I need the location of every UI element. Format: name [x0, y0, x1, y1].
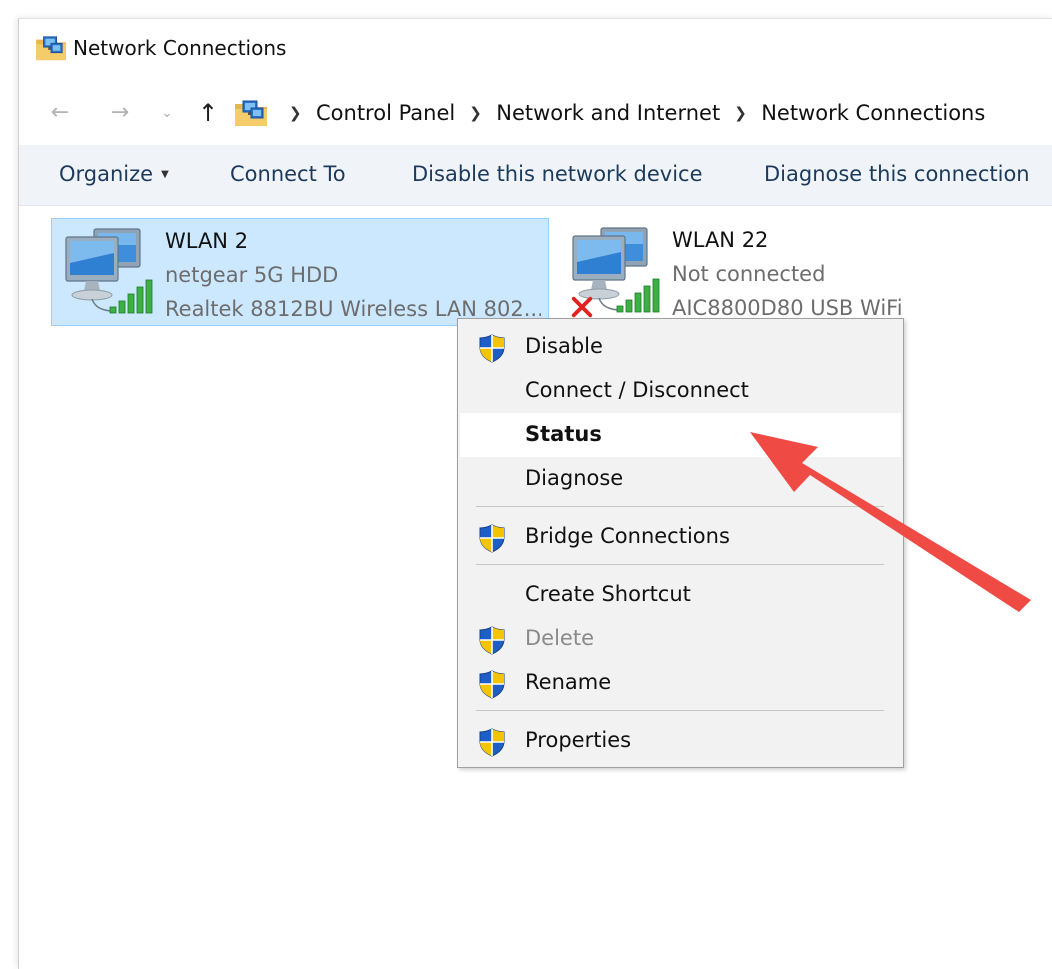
diagnose-connection-button[interactable]: Diagnose this connection [764, 162, 1030, 186]
title-bar: Network Connections [19, 19, 1052, 79]
breadcrumb-control-panel[interactable]: Control Panel [314, 101, 457, 125]
command-bar: Organize ▼ Connect To Disable this networ… [19, 145, 1052, 206]
menu-separator [476, 506, 884, 507]
organize-label: Organize [59, 162, 154, 186]
uac-shield-icon [477, 333, 507, 363]
network-connections-folder-icon [234, 99, 268, 127]
connection-name: WLAN 22 [672, 228, 769, 252]
chevron-down-icon[interactable]: ⌄ [157, 97, 177, 129]
menu-item-disable[interactable]: Disable [460, 325, 901, 369]
explorer-window: Network Connections ← → ⌄ ↑ ❯ Control Pa… [18, 18, 1052, 969]
menu-separator [476, 564, 884, 565]
breadcrumb-separator-icon[interactable]: ❯ [289, 104, 302, 122]
breadcrumb-network-connections[interactable]: Network Connections [759, 101, 987, 125]
network-adapter-icon [567, 222, 663, 318]
connection-item-wlan-22[interactable]: WLAN 22 Not connected AIC8800D80 USB WiF… [559, 218, 1049, 326]
connect-to-button[interactable]: Connect To [230, 162, 346, 186]
uac-shield-icon [477, 727, 507, 757]
forward-arrow-icon[interactable]: → [105, 97, 135, 129]
menu-item-label: Rename [525, 670, 612, 694]
disable-device-button[interactable]: Disable this network device [412, 162, 703, 186]
uac-shield-icon [477, 523, 507, 553]
signal-strength-icon [617, 279, 659, 312]
menu-item-label: Create Shortcut [525, 582, 691, 606]
disconnected-x-icon [574, 299, 591, 316]
connection-device: AIC8800D80 USB WiFi [672, 296, 903, 320]
menu-item-label: Diagnose [525, 466, 624, 490]
window-title: Network Connections [73, 36, 287, 60]
menu-item-connect-disconnect[interactable]: Connect / Disconnect [460, 369, 901, 413]
connection-name: WLAN 2 [165, 229, 249, 253]
network-connections-folder-icon [35, 35, 67, 61]
up-arrow-icon[interactable]: ↑ [193, 97, 223, 129]
menu-item-label: Connect / Disconnect [525, 378, 749, 402]
menu-item-rename[interactable]: Rename [460, 661, 901, 705]
signal-strength-icon [110, 280, 152, 313]
context-menu: Disable Connect / Disconnect Status Diag… [457, 318, 904, 768]
address-bar: ← → ⌄ ↑ ❯ Control Panel ❯ Network and In… [19, 89, 1052, 137]
connection-status: Not connected [672, 262, 826, 286]
menu-item-delete[interactable]: Delete [460, 617, 901, 661]
uac-shield-icon [477, 669, 507, 699]
menu-item-label: Bridge Connections [525, 524, 730, 548]
connection-status: netgear 5G HDD [165, 263, 339, 287]
breadcrumb: ❯ Control Panel ❯ Network and Internet ❯… [277, 97, 987, 129]
network-adapter-icon [60, 223, 156, 319]
breadcrumb-network-and-internet[interactable]: Network and Internet [494, 101, 722, 125]
menu-item-status[interactable]: Status [460, 413, 901, 457]
menu-item-properties[interactable]: Properties [460, 719, 901, 763]
menu-item-label: Status [525, 422, 602, 446]
breadcrumb-separator-icon[interactable]: ❯ [734, 104, 747, 122]
connection-item-wlan-2[interactable]: WLAN 2 netgear 5G HDD Realtek 8812BU Wir… [51, 218, 549, 326]
menu-item-diagnose[interactable]: Diagnose [460, 457, 901, 501]
caret-down-icon: ▼ [161, 169, 169, 180]
menu-item-create-shortcut[interactable]: Create Shortcut [460, 573, 901, 617]
menu-item-label: Disable [525, 334, 603, 358]
breadcrumb-separator-icon[interactable]: ❯ [469, 104, 482, 122]
back-arrow-icon[interactable]: ← [45, 97, 75, 129]
menu-item-label: Delete [525, 626, 594, 650]
menu-separator [476, 710, 884, 711]
menu-item-bridge-connections[interactable]: Bridge Connections [460, 515, 901, 559]
uac-shield-icon [477, 625, 507, 655]
menu-item-label: Properties [525, 728, 632, 752]
organize-button[interactable]: Organize ▼ [59, 162, 169, 186]
